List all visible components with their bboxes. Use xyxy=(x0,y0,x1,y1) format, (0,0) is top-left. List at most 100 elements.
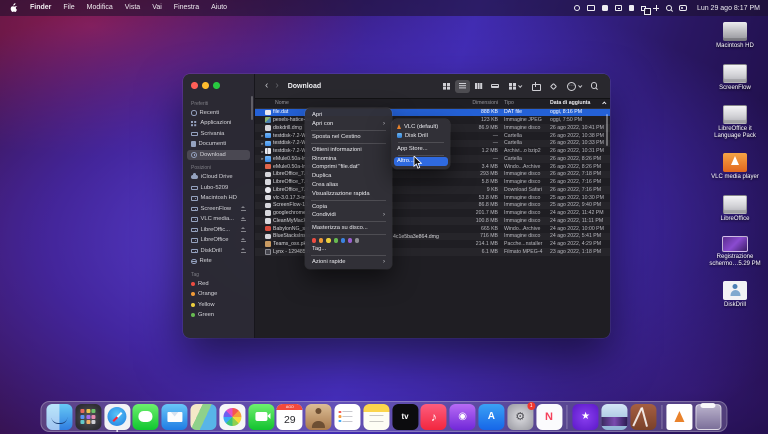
context-menu-item-apri-con[interactable]: Apri con› xyxy=(305,120,392,129)
input-source-status-icon[interactable] xyxy=(629,5,635,11)
sidebar-item-orange[interactable]: Orange xyxy=(187,289,250,300)
notes-dock-icon[interactable] xyxy=(363,404,389,430)
context-menu-item-condividi[interactable]: Condividi› xyxy=(305,211,392,220)
spotlight-icon[interactable] xyxy=(666,5,672,12)
column-header-name[interactable]: Nome xyxy=(275,100,460,106)
sidebar-item-scrivania[interactable]: Scrivania xyxy=(187,129,250,140)
desktop-icon-macintosh-hd[interactable]: Macintosh HD xyxy=(706,22,764,50)
eject-icon[interactable] xyxy=(241,227,246,233)
tag-color-dot[interactable] xyxy=(326,238,330,242)
sidebar-item-icloud-drive[interactable]: iCloud Drive xyxy=(187,172,250,183)
tag-color-dot[interactable] xyxy=(348,238,352,242)
menubar-item-file[interactable]: File xyxy=(57,0,80,16)
maps-dock-icon[interactable] xyxy=(190,404,216,430)
submenu-item-vlc-default[interactable]: VLC (default) xyxy=(392,122,450,131)
sidebar-item-applicazioni[interactable]: Applicazioni xyxy=(187,118,250,129)
sidebar-item-screenflow[interactable]: ScreenFlow xyxy=(187,204,250,215)
search-button[interactable] xyxy=(587,80,602,93)
menubar-item-modifica[interactable]: Modifica xyxy=(81,0,119,16)
context-menu-item-masterizza-su-disco[interactable]: Masterizza su disco... xyxy=(305,224,392,233)
mail-dock-icon[interactable] xyxy=(162,404,188,430)
close-button[interactable] xyxy=(191,82,198,89)
sidebar-item-red[interactable]: Red xyxy=(187,279,250,290)
apple-menu[interactable] xyxy=(8,3,24,13)
context-menu-item-copia[interactable]: Copia xyxy=(305,202,392,211)
sidebar-item-rete[interactable]: Rete xyxy=(187,256,250,267)
context-menu-item-azioni-rapide[interactable]: Azioni rapide› xyxy=(305,257,392,266)
tag-color-dot[interactable] xyxy=(312,238,316,242)
context-menu-item-duplica[interactable]: Duplica xyxy=(305,172,392,181)
list-scrollbar-thumb[interactable] xyxy=(606,114,609,146)
desktop-icon-screenflow[interactable]: ScreenFlow xyxy=(706,64,764,92)
window-dock-icon[interactable] xyxy=(601,404,627,430)
context-menu-item-tag[interactable]: Tag... xyxy=(305,245,392,254)
sidebar-item-diskdrill[interactable]: DiskDrill xyxy=(187,246,250,257)
back-button[interactable]: ‹ xyxy=(263,81,270,91)
sidebar-item-yellow[interactable]: Yellow xyxy=(187,300,250,311)
podcasts-dock-icon[interactable]: ◉ xyxy=(450,404,476,430)
display-status-icon[interactable] xyxy=(587,5,595,11)
finder-dock-icon[interactable] xyxy=(46,404,72,430)
eject-icon[interactable] xyxy=(241,206,246,212)
context-menu-item-comprimi-file-dat[interactable]: Comprimi "file.dat" xyxy=(305,163,392,172)
safari-dock-icon[interactable] xyxy=(104,404,130,430)
desktop-icon-diskdrill[interactable]: DiskDrill xyxy=(706,281,764,309)
imovie-dock-icon[interactable]: ★ xyxy=(573,404,599,430)
column-header-date[interactable]: Data di aggiunta xyxy=(544,100,610,106)
sidebar-item-vlc-media[interactable]: VLC media... xyxy=(187,214,250,225)
sidebar-item-download[interactable]: Download xyxy=(187,150,250,161)
list-view-button[interactable] xyxy=(455,80,470,93)
appstore-dock-icon[interactable]: A xyxy=(478,404,504,430)
screen-recording-status-icon[interactable] xyxy=(602,5,608,11)
control-center-icon[interactable] xyxy=(679,5,687,11)
eject-icon[interactable] xyxy=(241,217,246,223)
contacts-dock-icon[interactable] xyxy=(306,404,332,430)
keyboard-layout-status-icon[interactable] xyxy=(615,5,622,11)
desktop-icon-libreoffice-it-language-pack[interactable]: LibreOffice it Language Pack xyxy=(706,105,764,139)
screenflow-status-icon[interactable] xyxy=(574,5,580,11)
icon-view-button[interactable] xyxy=(439,80,454,93)
column-header-size[interactable]: Dimensioni xyxy=(460,100,498,106)
sidebar-item-recenti[interactable]: Recenti xyxy=(187,108,250,119)
context-menu-item-rinomina[interactable]: Rinomina xyxy=(305,154,392,163)
eject-icon[interactable] xyxy=(241,248,246,254)
desktop-icon-vlc-media-player[interactable]: VLC media player xyxy=(706,153,764,181)
menubar-item-vai[interactable]: Vai xyxy=(146,0,168,16)
menubar-item-finder[interactable]: Finder xyxy=(24,0,57,16)
submenu-item-disk-drill[interactable]: Disk Drill xyxy=(392,131,450,140)
gallery-view-button[interactable] xyxy=(487,80,502,93)
vlcfile-dock-icon[interactable] xyxy=(667,404,693,430)
settings-dock-icon[interactable]: ⚙1 xyxy=(507,404,533,430)
menubar-item-vista[interactable]: Vista xyxy=(119,0,146,16)
context-menu-item-sposta-nel-cestino[interactable]: Sposta nel Cestino xyxy=(305,133,392,142)
sidebar-item-green[interactable]: Green xyxy=(187,310,250,321)
more-button[interactable]: ⋯ xyxy=(564,80,584,93)
column-header-type[interactable]: Tipo xyxy=(498,100,544,106)
context-menu-item-ottieni-informazioni[interactable]: Ottieni informazioni xyxy=(305,145,392,154)
tag-color-dot[interactable] xyxy=(334,238,338,242)
music-dock-icon[interactable]: ♪ xyxy=(421,404,447,430)
trash-dock-icon[interactable] xyxy=(696,404,722,430)
messages-dock-icon[interactable] xyxy=(133,404,159,430)
tag-color-dot[interactable] xyxy=(341,238,345,242)
context-menu-item-crea-alias[interactable]: Crea alias xyxy=(305,181,392,190)
copy-paste-status-icon[interactable] xyxy=(641,6,646,11)
column-view-button[interactable] xyxy=(471,80,486,93)
sidebar-item-libreoffice[interactable]: LibreOffice xyxy=(187,235,250,246)
menu-bar-clock[interactable]: Lun 29 ago 8:17 PM xyxy=(697,5,760,12)
calendar-dock-icon[interactable]: AGO29 xyxy=(277,404,303,430)
news-dock-icon[interactable]: N xyxy=(536,404,562,430)
sidebar-item-macintosh-hd[interactable]: Macintosh HD xyxy=(187,193,250,204)
eject-icon[interactable] xyxy=(241,238,246,244)
sidebar-item-documenti[interactable]: Documenti xyxy=(187,139,250,150)
photos-dock-icon[interactable] xyxy=(219,404,245,430)
share-button[interactable] xyxy=(528,80,543,93)
tag-button[interactable] xyxy=(546,80,561,93)
context-menu-item-visualizzazione-rapida[interactable]: Visualizzazione rapida xyxy=(305,189,392,198)
menubar-item-aiuto[interactable]: Aiuto xyxy=(205,0,233,16)
desktop-icon-libreoffice[interactable]: LibreOffice xyxy=(706,195,764,223)
group-button[interactable] xyxy=(505,80,525,93)
sidebar-scrollbar-thumb[interactable] xyxy=(251,96,253,120)
context-menu-item-apri[interactable]: Apri xyxy=(305,111,392,120)
zoom-button[interactable] xyxy=(213,82,220,89)
